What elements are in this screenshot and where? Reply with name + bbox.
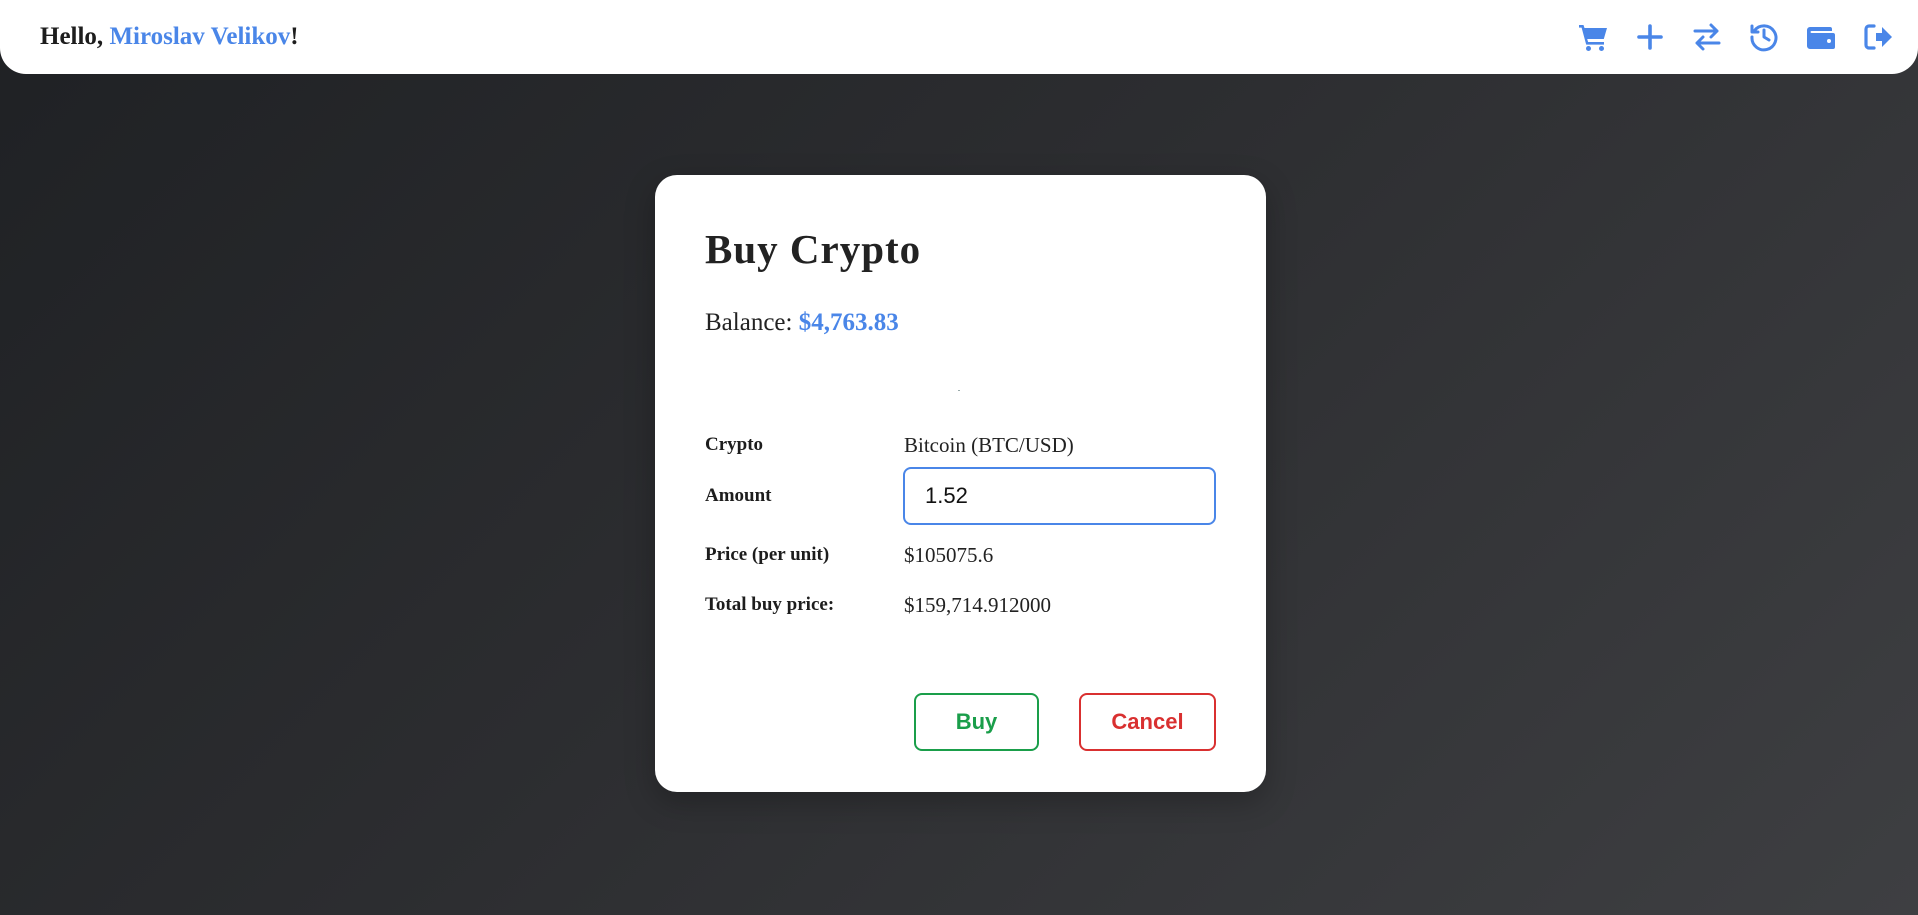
buy-button[interactable]: Buy xyxy=(914,693,1039,751)
total-value: $159,714.912000 xyxy=(904,592,1051,617)
user-name: Miroslav Velikov xyxy=(109,23,291,50)
greeting: Hello, Miroslav Velikov! xyxy=(40,23,299,51)
crypto-value: Bitcoin (BTC/USD) xyxy=(904,432,1074,457)
loading-indicator xyxy=(958,390,960,391)
amount-row: Amount xyxy=(705,467,1216,525)
wallet-icon[interactable] xyxy=(1805,21,1837,53)
price-value: $105075.6 xyxy=(904,542,994,567)
top-navbar: Hello, Miroslav Velikov! xyxy=(0,0,1918,74)
crypto-row: Crypto Bitcoin (BTC/USD) xyxy=(705,430,1216,460)
cart-icon[interactable] xyxy=(1577,21,1609,53)
nav-actions xyxy=(1577,21,1894,53)
balance-line: Balance: $4,763.83 xyxy=(705,309,1216,337)
buy-crypto-modal: Buy Crypto Balance: $4,763.83 Crypto Bit… xyxy=(655,175,1266,792)
amount-input[interactable] xyxy=(903,467,1216,525)
exchange-icon[interactable] xyxy=(1691,21,1723,53)
crypto-label: Crypto xyxy=(705,434,764,455)
greeting-suffix: ! xyxy=(290,23,299,50)
modal-title: Buy Crypto xyxy=(705,226,922,272)
modal-actions: Buy Cancel xyxy=(914,693,1216,751)
balance-label: Balance: xyxy=(705,309,799,336)
balance-value: $4,763.83 xyxy=(798,309,899,336)
cancel-button[interactable]: Cancel xyxy=(1079,693,1216,751)
greeting-prefix: Hello, xyxy=(40,23,110,50)
total-row: Total buy price: $159,714.912000 xyxy=(705,590,1216,620)
logout-icon[interactable] xyxy=(1862,21,1894,53)
total-label: Total buy price: xyxy=(705,594,835,615)
plus-icon[interactable] xyxy=(1634,21,1666,53)
price-row: Price (per unit) $105075.6 xyxy=(705,540,1216,570)
price-label: Price (per unit) xyxy=(705,544,830,565)
amount-label: Amount xyxy=(705,485,772,506)
history-icon[interactable] xyxy=(1748,21,1780,53)
